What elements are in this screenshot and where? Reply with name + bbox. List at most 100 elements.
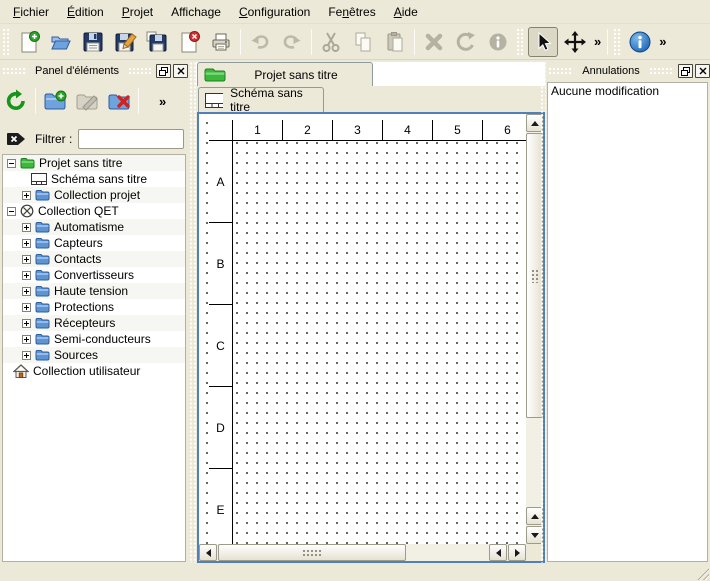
clear-filter-icon[interactable] xyxy=(7,130,27,148)
delete-category-icon xyxy=(106,88,132,114)
tree-item-collection-qet[interactable]: Collection QET xyxy=(3,203,185,219)
menu-configuration[interactable]: Configuration xyxy=(230,2,319,22)
save-button[interactable] xyxy=(78,27,108,57)
tree-item-recepteurs[interactable]: Récepteurs xyxy=(3,315,185,331)
toolbar-overflow-button[interactable]: » xyxy=(656,34,669,49)
undo-history-list[interactable]: Aucune modification xyxy=(547,82,708,562)
save-as-button[interactable] xyxy=(110,27,140,57)
scroll-left-button[interactable] xyxy=(199,544,217,561)
menu-fichier[interactable]: Fichier xyxy=(4,2,58,22)
close-document-button[interactable] xyxy=(174,27,204,57)
dock-grip[interactable] xyxy=(549,68,572,75)
copy-button[interactable] xyxy=(348,27,378,57)
collapse-icon[interactable] xyxy=(7,207,16,216)
schema-icon xyxy=(205,93,223,108)
expand-icon[interactable] xyxy=(22,287,31,296)
tree-item-collection-utilisateur[interactable]: Collection utilisateur xyxy=(3,363,185,379)
row-header: A xyxy=(209,141,233,223)
delete-category-button[interactable] xyxy=(104,86,134,116)
frame-corner-cell xyxy=(209,120,233,141)
element-info-button[interactable] xyxy=(483,27,513,57)
select-pointer-button[interactable] xyxy=(528,27,558,57)
menu-affichage[interactable]: Affichage xyxy=(162,2,230,22)
paste-button[interactable] xyxy=(380,27,410,57)
toolbar-handle[interactable] xyxy=(3,29,10,55)
menu-edition[interactable]: Édition xyxy=(58,2,113,22)
close-panel-button[interactable] xyxy=(173,64,188,78)
delete-button[interactable] xyxy=(419,27,449,57)
dock-grip[interactable] xyxy=(129,68,151,75)
toolbar-overflow-button[interactable]: » xyxy=(591,34,604,49)
tree-item-protections[interactable]: Protections xyxy=(3,299,185,315)
info-gray-icon xyxy=(486,30,510,54)
tree-item-semi-conducteurs[interactable]: Semi-conducteurs xyxy=(3,331,185,347)
collapse-icon[interactable] xyxy=(7,159,16,168)
menu-fenetres[interactable]: Fenêtres xyxy=(319,2,384,22)
expand-icon[interactable] xyxy=(22,223,31,232)
expand-icon[interactable] xyxy=(22,335,31,344)
thumb-grip xyxy=(302,549,322,557)
column-header: 1 xyxy=(233,120,283,141)
float-panel-button[interactable] xyxy=(678,64,693,78)
tree-item-collection-projet[interactable]: Collection projet xyxy=(3,187,185,203)
new-category-button[interactable] xyxy=(40,86,70,116)
elements-panel-titlebar: Panel d'éléments xyxy=(0,62,188,80)
blue-folder-icon xyxy=(35,285,50,297)
refresh-icon xyxy=(3,88,29,114)
column-header: 6 xyxy=(483,120,526,141)
tree-item-haute-tension[interactable]: Haute tension xyxy=(3,283,185,299)
edit-category-button[interactable] xyxy=(72,86,102,116)
new-document-button[interactable] xyxy=(14,27,44,57)
print-button[interactable] xyxy=(206,27,236,57)
tree-item-sources[interactable]: Sources xyxy=(3,347,185,363)
schema-view[interactable]: 1 2 3 4 5 6 A B C D E xyxy=(197,112,545,563)
expand-icon[interactable] xyxy=(22,255,31,264)
left-splitter[interactable] xyxy=(188,62,196,563)
expand-icon[interactable] xyxy=(22,271,31,280)
tree-item-projet-sans-titre[interactable]: Projet sans titre xyxy=(3,155,185,171)
expand-icon[interactable] xyxy=(22,319,31,328)
tree-item-contacts[interactable]: Contacts xyxy=(3,251,185,267)
undo-list-item[interactable]: Aucune modification xyxy=(548,83,707,99)
reload-collections-button[interactable] xyxy=(1,86,31,116)
undo-panel-titlebar: Annulations xyxy=(546,62,710,80)
expand-icon[interactable] xyxy=(22,191,31,200)
elements-tree[interactable]: Projet sans titre Schéma sans titre Coll… xyxy=(2,154,186,562)
horizontal-scroll-thumb[interactable] xyxy=(218,544,406,561)
schema-canvas[interactable]: 1 2 3 4 5 6 A B C D E xyxy=(199,114,526,544)
tree-item-schema-sans-titre[interactable]: Schéma sans titre xyxy=(3,171,185,187)
redo-button[interactable] xyxy=(277,27,307,57)
save-all-button[interactable] xyxy=(142,27,172,57)
float-panel-button[interactable] xyxy=(156,64,171,78)
move-view-button[interactable] xyxy=(560,27,590,57)
tree-item-automatisme[interactable]: Automatisme xyxy=(3,219,185,235)
expand-icon[interactable] xyxy=(22,351,31,360)
resize-grip-icon[interactable] xyxy=(696,567,709,580)
cut-button[interactable] xyxy=(316,27,346,57)
expand-icon[interactable] xyxy=(22,303,31,312)
open-document-button[interactable] xyxy=(46,27,76,57)
open-folder-icon xyxy=(49,30,73,54)
dock-grip[interactable] xyxy=(3,68,25,75)
undo-button[interactable] xyxy=(245,27,275,57)
tree-item-capteurs[interactable]: Capteurs xyxy=(3,235,185,251)
close-icon xyxy=(177,67,185,75)
dock-grip[interactable] xyxy=(650,68,673,75)
about-button[interactable] xyxy=(625,27,655,57)
close-panel-button[interactable] xyxy=(695,64,710,78)
menu-aide[interactable]: Aide xyxy=(385,2,427,22)
expand-icon[interactable] xyxy=(22,239,31,248)
right-splitter[interactable] xyxy=(540,62,546,563)
scroll-left-button-2[interactable] xyxy=(489,544,507,561)
tab-projet-sans-titre[interactable]: Projet sans titre xyxy=(197,62,373,86)
tree-item-convertisseurs[interactable]: Convertisseurs xyxy=(3,267,185,283)
panel-toolbar-overflow-button[interactable]: » xyxy=(156,94,169,109)
tab-schema-sans-titre[interactable]: Schéma sans titre xyxy=(198,87,324,112)
toolbar-handle[interactable] xyxy=(517,29,524,55)
filter-input[interactable] xyxy=(78,129,184,149)
menu-projet[interactable]: Projet xyxy=(113,2,162,22)
horizontal-scrollbar[interactable] xyxy=(199,544,526,561)
scroll-right-button[interactable] xyxy=(508,544,526,561)
rotate-button[interactable] xyxy=(451,27,481,57)
toolbar-handle[interactable] xyxy=(614,29,621,55)
